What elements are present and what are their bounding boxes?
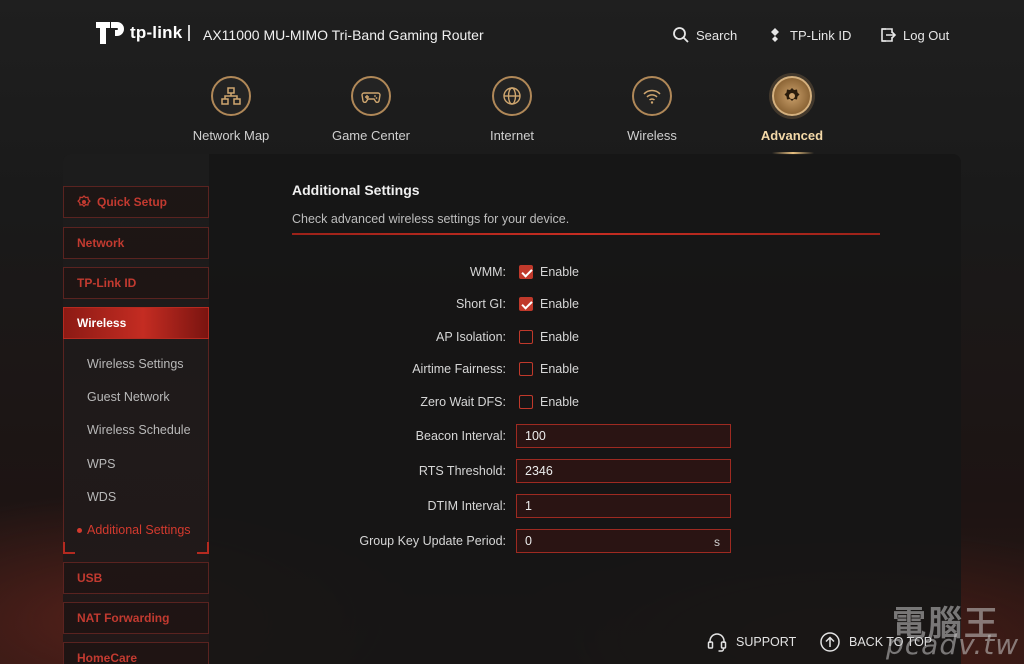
wifi-icon xyxy=(632,76,672,116)
airtime-fairness-enable-text: Enable xyxy=(540,362,579,376)
nav-internet[interactable]: Internet xyxy=(452,76,572,143)
support-label: SUPPORT xyxy=(736,635,797,649)
support-link[interactable]: SUPPORT xyxy=(706,631,796,653)
sidebar-item-label: HomeCare xyxy=(77,651,138,664)
submenu-wps[interactable]: WPS xyxy=(87,457,115,471)
nav-label: Network Map xyxy=(192,128,270,143)
submenu-wireless-schedule[interactable]: Wireless Schedule xyxy=(87,423,191,437)
wmm-enable-text: Enable xyxy=(540,265,579,279)
nav-label: Wireless xyxy=(627,128,677,143)
sidebar-item-label: Network xyxy=(77,236,125,250)
submenu-wireless-settings[interactable]: Wireless Settings xyxy=(87,357,184,371)
short-gi-checkbox[interactable] xyxy=(519,297,533,311)
sidebar-item-homecare[interactable]: HomeCare xyxy=(63,642,209,664)
sidebar-item-nat-forwarding[interactable]: NAT Forwarding xyxy=(63,602,209,634)
nav-label: Game Center xyxy=(331,128,411,143)
search-label: Search xyxy=(696,27,738,43)
quick-setup-icon xyxy=(77,195,91,208)
search-icon xyxy=(673,27,689,43)
active-submenu-dot xyxy=(77,528,82,533)
nav-label: Internet xyxy=(489,128,535,143)
short-gi-label: Short GI: xyxy=(455,297,506,311)
ap-isolation-enable-text: Enable xyxy=(540,330,579,344)
group-key-update-period-input[interactable] xyxy=(516,529,731,553)
ap-isolation-label: AP Isolation: xyxy=(436,330,506,344)
header-divider xyxy=(188,25,190,41)
airtime-fairness-label: Airtime Fairness: xyxy=(412,362,506,376)
sidebar-item-usb[interactable]: USB xyxy=(63,562,209,594)
tplink-id-button[interactable]: TP-Link ID xyxy=(766,26,851,44)
rts-threshold-label: RTS Threshold: xyxy=(418,464,506,478)
logout-button[interactable]: Log Out xyxy=(879,26,949,44)
submenu-guest-network[interactable]: Guest Network xyxy=(87,390,170,404)
dtim-interval-label: DTIM Interval: xyxy=(427,499,507,513)
tplink-id-icon xyxy=(771,28,779,42)
dtim-interval-input[interactable] xyxy=(516,494,731,518)
sidebar-item-label: TP-Link ID xyxy=(77,276,137,290)
gamepad-icon xyxy=(351,76,391,116)
zero-wait-dfs-enable-text: Enable xyxy=(540,395,579,409)
beacon-interval-input[interactable] xyxy=(516,424,731,448)
zero-wait-dfs-label: Zero Wait DFS: xyxy=(420,395,506,409)
sidebar-item-wireless[interactable]: Wireless xyxy=(63,307,209,339)
submenu-wds[interactable]: WDS xyxy=(87,490,116,504)
wmm-label: WMM: xyxy=(469,265,506,279)
ap-isolation-checkbox[interactable] xyxy=(519,330,533,344)
logout-label: Log Out xyxy=(903,27,950,43)
tplink-id-label: TP-Link ID xyxy=(790,27,852,43)
rts-threshold-input[interactable] xyxy=(516,459,731,483)
zero-wait-dfs-checkbox[interactable] xyxy=(519,395,533,409)
tp-link-logo-icon xyxy=(96,22,124,44)
seconds-unit: s xyxy=(714,535,720,549)
airtime-fairness-checkbox[interactable] xyxy=(519,362,533,376)
sidebar-item-label: Wireless xyxy=(77,316,127,330)
submenu-additional-settings[interactable]: Additional Settings xyxy=(87,523,191,537)
sidebar-item-network[interactable]: Network xyxy=(63,227,209,259)
network-map-icon xyxy=(211,76,251,116)
header: tp-link AX11000 MU-MIMO Tri-Band Gaming … xyxy=(0,0,1024,70)
nav-wireless[interactable]: Wireless xyxy=(592,76,712,143)
search-button[interactable]: Search xyxy=(672,26,737,44)
page-title: Additional Settings xyxy=(292,182,420,198)
sidebar-item-tplink-id[interactable]: TP-Link ID xyxy=(63,267,209,299)
sidebar-item-quick-setup[interactable]: Quick Setup xyxy=(63,186,209,218)
nav-game-center[interactable]: Game Center xyxy=(311,76,431,143)
group-key-update-period-label: Group Key Update Period: xyxy=(359,534,506,548)
nav-label: Advanced xyxy=(760,128,824,143)
gear-icon xyxy=(772,76,812,116)
watermark-en: pcadv.tw xyxy=(886,628,1020,661)
nav-network-map[interactable]: Network Map xyxy=(171,76,291,143)
globe-icon xyxy=(492,76,532,116)
sidebar-item-label: NAT Forwarding xyxy=(77,611,170,625)
logout-icon xyxy=(881,28,897,42)
sidebar-item-label: USB xyxy=(77,571,103,585)
beacon-interval-label: Beacon Interval: xyxy=(415,429,506,443)
brand-name: tp-link xyxy=(130,23,183,42)
headset-icon xyxy=(707,633,727,652)
wmm-checkbox[interactable] xyxy=(519,265,533,279)
title-divider xyxy=(292,233,880,235)
short-gi-enable-text: Enable xyxy=(540,297,579,311)
page-description: Check advanced wireless settings for you… xyxy=(292,212,570,226)
nav-advanced[interactable]: Advanced xyxy=(732,76,852,143)
router-model: AX11000 MU-MIMO Tri-Band Gaming Router xyxy=(203,27,484,43)
sidebar-item-label: Quick Setup xyxy=(97,195,168,209)
arrow-up-circle-icon xyxy=(820,632,840,652)
wireless-submenu xyxy=(63,339,209,554)
